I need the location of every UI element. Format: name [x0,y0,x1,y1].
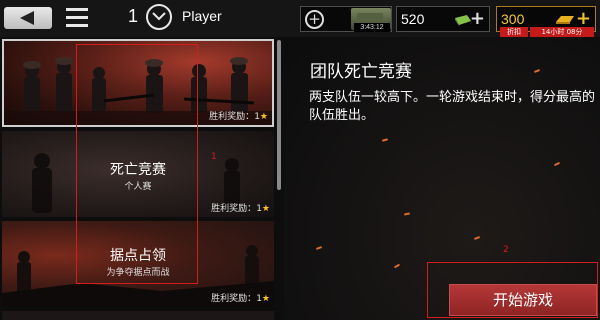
timer-label: 3:43:12 [354,23,390,32]
star-icon: ★ [261,294,270,304]
gold-value: 300 [501,11,525,27]
cash-panel[interactable]: 520 + [396,6,490,32]
reward-label: 胜利奖励： [211,204,257,214]
top-bar: 1 Player + 3:43:12 520 + 300 + 折扣 14小时 0… [0,0,600,37]
star-icon: ★ [261,204,270,214]
victory-reward: 胜利奖励：1★ [211,291,270,304]
mode-card-partial[interactable] [2,311,274,320]
annotation-label: 1 [211,152,217,162]
ember-spark [553,161,561,167]
ember-spark [393,263,401,269]
star-icon: ★ [259,112,268,122]
sale-badge: 折扣 [500,27,528,37]
ember-spark [315,246,323,250]
ember-spark [403,212,411,216]
detail-description: 两支队伍一较高下。一轮游戏结束时，得分最高的队伍胜出。 [309,90,596,123]
add-cash-icon[interactable]: + [470,9,485,29]
menu-icon [66,8,88,11]
rank-chevron-icon[interactable] [146,4,172,30]
detail-title: 团队死亡竞赛 [310,62,412,82]
reward-label: 胜利奖励： [211,294,257,304]
back-button[interactable] [4,7,52,29]
annotation-box [76,44,198,284]
cash-value: 520 [401,11,425,27]
gold-bar-icon [556,16,574,24]
victory-reward: 胜利奖励：1★ [209,109,268,122]
add-circle-icon[interactable]: + [305,10,324,29]
mode-list-scrollbar[interactable] [277,40,281,190]
sale-countdown: 14小时 08分 [530,27,594,37]
reward-label: 胜利奖励： [209,112,255,122]
victory-reward: 胜利奖励：1★ [211,201,270,214]
annotation-box [427,262,598,318]
ember-spark [533,69,541,73]
player-rank: 1 [128,6,139,26]
menu-button[interactable] [66,8,88,28]
ember-spark [473,236,481,240]
ember-spark [381,138,389,142]
back-arrow-icon [20,11,34,25]
player-name: Player [182,8,222,24]
annotation-label: 2 [503,245,509,255]
add-gold-icon[interactable]: + [576,9,591,29]
